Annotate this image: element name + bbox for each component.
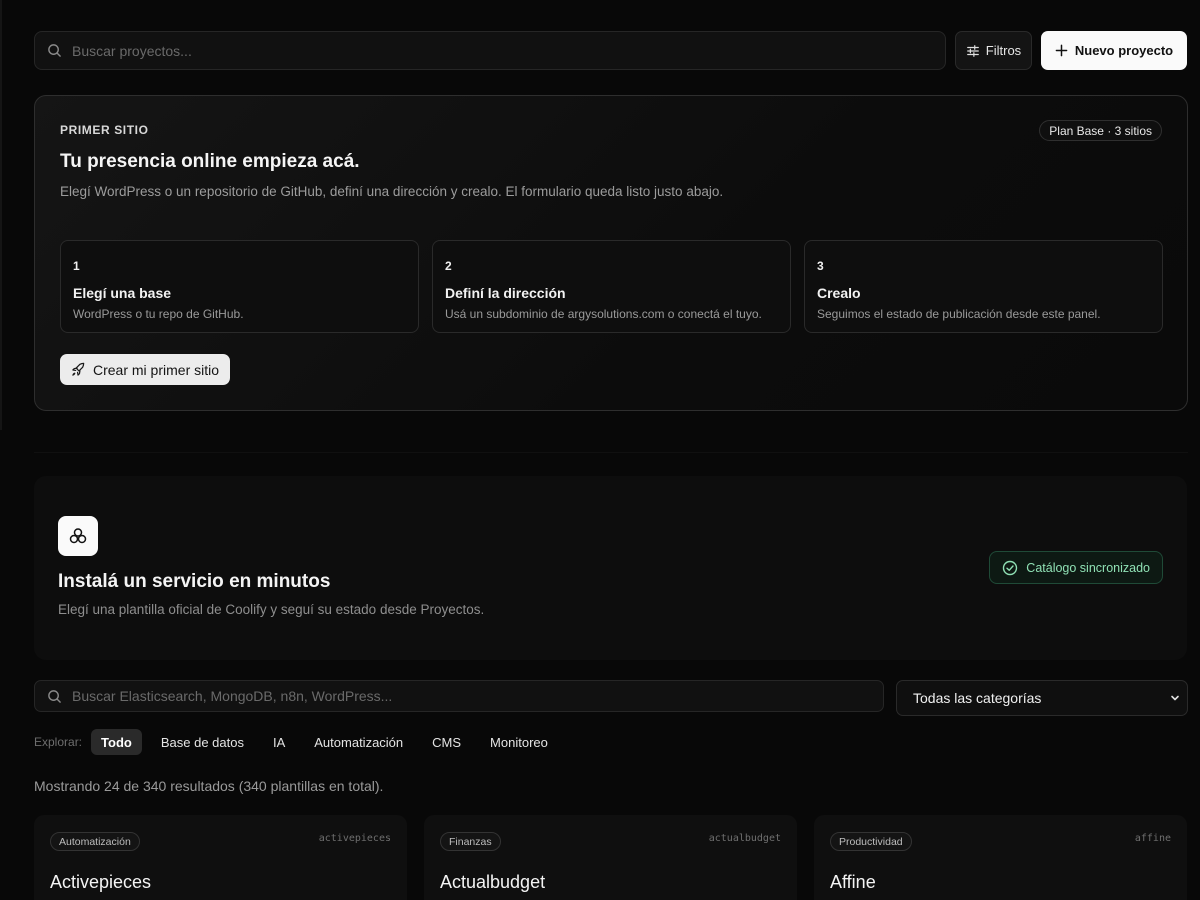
create-first-site-button[interactable]: Crear mi primer sitio: [60, 354, 231, 385]
search-icon: [47, 689, 62, 704]
services-title: Instalá un servicio en minutos: [58, 571, 331, 592]
first-site-description: Elegí WordPress o un repositorio de GitH…: [60, 184, 724, 199]
template-category-tag: Finanzas: [440, 832, 501, 851]
first-site-title: Tu presencia online empieza acá.: [60, 151, 360, 172]
first-site-card: PRIMER SITIO Plan Base · 3 sitios Tu pre…: [34, 95, 1188, 411]
services-logo-icon: [58, 516, 98, 556]
category-select[interactable]: Todas las categorías: [896, 680, 1188, 716]
template-card-grid: Automatización activepieces Activepieces…: [34, 815, 1187, 900]
step-number: 1: [73, 259, 80, 273]
first-site-eyebrow: PRIMER SITIO: [60, 123, 149, 137]
catalog-sync-badge: Catálogo sincronizado: [989, 551, 1163, 584]
step-title: Crealo: [817, 285, 861, 301]
catalog-search[interactable]: [34, 680, 884, 712]
chip-automatizacion[interactable]: Automatización: [304, 729, 413, 755]
project-search-input[interactable]: [72, 42, 933, 59]
chip-ia[interactable]: IA: [263, 729, 295, 755]
template-name: Actualbudget: [440, 872, 546, 892]
template-name: Activepieces: [50, 872, 152, 892]
services-description: Elegí una plantilla oficial de Coolify y…: [58, 602, 485, 617]
chip-monitoreo[interactable]: Monitoreo: [480, 729, 558, 755]
step-title: Definí la dirección: [445, 285, 566, 301]
step-card-create: 3 Crealo Seguimos el estado de publicaci…: [804, 240, 1163, 333]
plus-icon: [1055, 44, 1068, 57]
chevron-down-icon: [1169, 692, 1181, 704]
template-slug: affine: [1134, 833, 1171, 844]
category-select-value: Todas las categorías: [913, 690, 1042, 706]
create-first-site-label: Crear mi primer sitio: [93, 361, 220, 378]
step-description: Seguimos el estado de publicación desde …: [817, 307, 1101, 321]
results-count: Mostrando 24 de 340 resultados (340 plan…: [34, 778, 384, 794]
sliders-icon: [966, 44, 980, 58]
step-card-address: 2 Definí la dirección Usá un subdominio …: [432, 240, 791, 333]
step-card-base: 1 Elegí una base WordPress o tu repo de …: [60, 240, 419, 333]
section-divider: [34, 452, 1188, 453]
step-title: Elegí una base: [73, 285, 172, 301]
template-name: Affine: [830, 872, 876, 892]
explore-filter-bar: Explorar: Todo Base de datos IA Automati…: [34, 729, 567, 755]
top-bar: Filtros Nuevo proyecto: [34, 31, 1187, 70]
check-circle-icon: [1002, 560, 1018, 576]
explore-label: Explorar:: [34, 735, 83, 749]
template-card[interactable]: Finanzas actualbudget Actualbudget: [424, 815, 797, 900]
filters-button[interactable]: Filtros: [955, 31, 1032, 70]
chip-base-de-datos[interactable]: Base de datos: [151, 729, 254, 755]
dashboard-page: Filtros Nuevo proyecto PRIMER SITIO Plan…: [0, 0, 1200, 900]
steps-list: 1 Elegí una base WordPress o tu repo de …: [60, 240, 1163, 333]
template-card[interactable]: Productividad affine Affine: [814, 815, 1187, 900]
catalog-search-row: Todas las categorías: [34, 680, 1188, 716]
template-slug: activepieces: [318, 833, 391, 844]
step-description: Usá un subdominio de argysolutions.com o…: [445, 307, 762, 321]
step-description: WordPress o tu repo de GitHub.: [73, 307, 244, 321]
step-number: 2: [445, 259, 452, 273]
sidebar-edge: [0, 0, 2, 430]
new-project-label: Nuevo proyecto: [1074, 43, 1174, 58]
catalog-search-input[interactable]: [72, 688, 871, 704]
template-slug: actualbudget: [708, 833, 781, 844]
chip-todo[interactable]: Todo: [91, 729, 142, 755]
search-icon: [47, 43, 62, 58]
template-category-tag: Productividad: [830, 832, 912, 851]
plan-badge: Plan Base · 3 sitios: [1039, 120, 1162, 141]
new-project-button[interactable]: Nuevo proyecto: [1041, 31, 1187, 70]
chip-cms[interactable]: CMS: [422, 729, 471, 755]
template-category-tag: Automatización: [50, 832, 140, 851]
filters-label: Filtros: [985, 43, 1022, 58]
catalog-sync-label: Catálogo sincronizado: [1026, 560, 1150, 575]
rocket-icon: [71, 362, 86, 377]
service-install-panel: Instalá un servicio en minutos Elegí una…: [34, 476, 1187, 660]
project-search[interactable]: [34, 31, 946, 70]
step-number: 3: [817, 259, 824, 273]
template-card[interactable]: Automatización activepieces Activepieces: [34, 815, 407, 900]
